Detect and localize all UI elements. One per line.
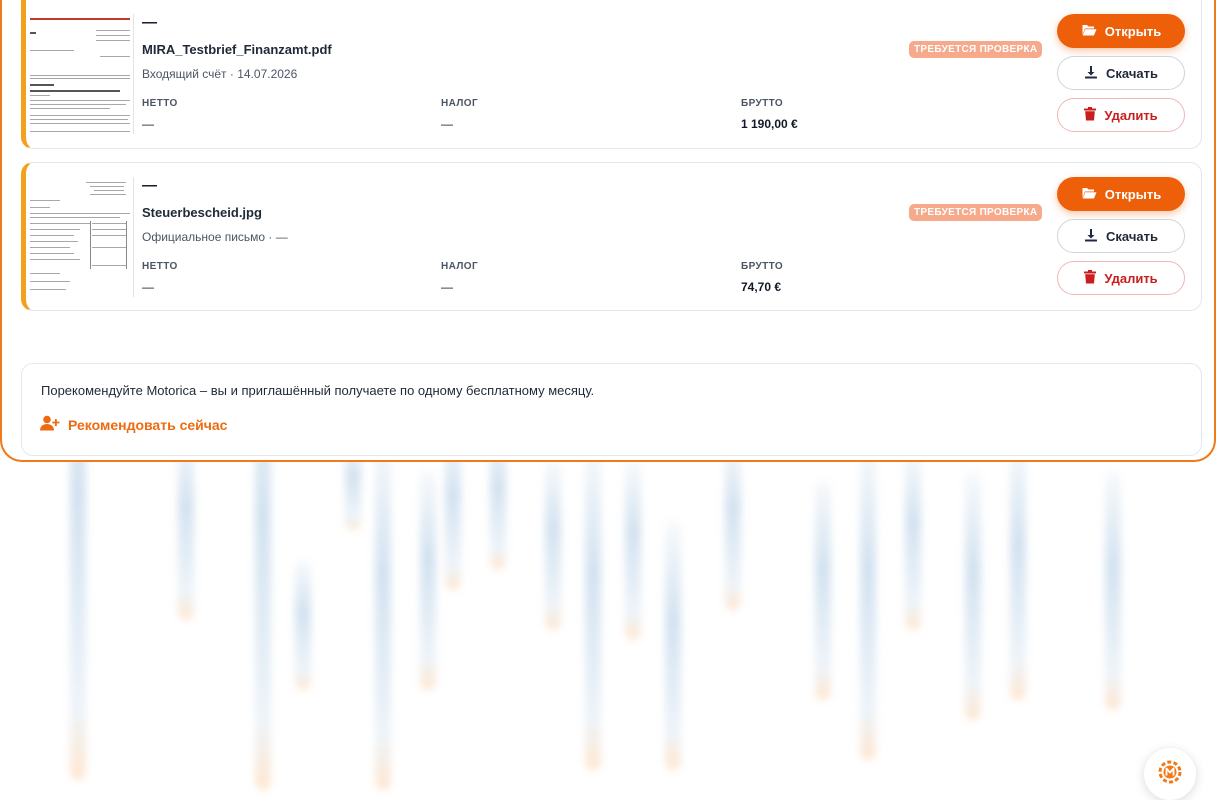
document-title: — — [142, 14, 157, 31]
recommend-now-link[interactable]: Рекомендовать сейчас — [40, 415, 227, 434]
download-button[interactable]: Скачать — [1057, 56, 1185, 90]
trash-icon — [1084, 269, 1097, 287]
tax-label: НАЛОГ — [441, 98, 479, 109]
download-icon — [1084, 65, 1098, 82]
open-button-label: Открыть — [1104, 186, 1162, 202]
open-button[interactable]: Открыть — [1057, 177, 1185, 211]
netto-value: — — [142, 280, 154, 294]
delete-button[interactable]: Удалить — [1057, 98, 1185, 132]
netto-label: НЕТТО — [142, 261, 178, 272]
referral-text: Порекомендуйте Motorica – вы и приглашён… — [41, 383, 595, 398]
brutto-value: 1 190,00 € — [741, 117, 798, 131]
brutto-value: 74,70 € — [741, 280, 782, 294]
document-thumbnail[interactable] — [30, 14, 134, 134]
download-button-label: Скачать — [1106, 228, 1158, 244]
folder-open-icon — [1081, 186, 1097, 203]
delete-button-label: Удалить — [1104, 270, 1158, 286]
tax-value: — — [441, 280, 453, 294]
open-button-label: Открыть — [1104, 23, 1162, 39]
referral-card: Порекомендуйте Motorica – вы и приглашён… — [21, 363, 1202, 456]
netto-value: — — [142, 117, 154, 131]
brutto-label: БРУТТО — [741, 98, 784, 109]
status-badge: ТРЕБУЕТСЯ ПРОВЕРКА — [909, 41, 1043, 58]
recommend-now-label: Рекомендовать сейчас — [68, 416, 228, 433]
document-thumbnail[interactable] — [30, 177, 134, 297]
document-filename: MIRA_Testbrief_Finanzamt.pdf — [142, 42, 332, 57]
document-subtitle: Официальное письмо · — — [142, 230, 288, 244]
open-button[interactable]: Открыть — [1057, 14, 1185, 48]
download-button[interactable]: Скачать — [1057, 219, 1185, 253]
document-title: — — [142, 177, 157, 194]
trash-icon — [1084, 106, 1097, 124]
tax-label: НАЛОГ — [441, 261, 479, 272]
folder-open-icon — [1081, 23, 1097, 40]
document-card[interactable]: — Steuerbescheid.jpg Официальное письмо … — [21, 162, 1202, 311]
documents-panel: — MIRA_Testbrief_Finanzamt.pdf Входящий … — [0, 0, 1216, 462]
document-card[interactable]: — MIRA_Testbrief_Finanzamt.pdf Входящий … — [21, 0, 1202, 149]
user-plus-icon — [40, 415, 60, 434]
brutto-label: БРУТТО — [741, 261, 784, 272]
delete-button-label: Удалить — [1104, 107, 1158, 123]
delete-button[interactable]: Удалить — [1057, 261, 1185, 295]
motorica-fab-button[interactable] — [1144, 748, 1196, 800]
tax-value: — — [441, 117, 453, 131]
download-icon — [1084, 228, 1098, 245]
document-filename: Steuerbescheid.jpg — [142, 205, 262, 220]
netto-label: НЕТТО — [142, 98, 178, 109]
status-badge: ТРЕБУЕТСЯ ПРОВЕРКА — [909, 204, 1043, 221]
document-subtitle: Входящий счёт · 14.07.2026 — [142, 67, 298, 81]
motorica-logo-icon — [1156, 758, 1184, 791]
download-button-label: Скачать — [1106, 65, 1158, 81]
